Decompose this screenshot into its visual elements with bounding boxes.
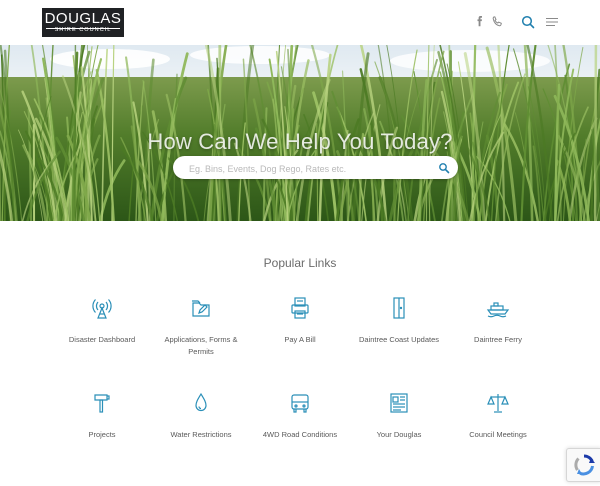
popular-link-label: Applications, Forms & Permits [164,335,238,356]
recaptcha-icon [574,454,595,476]
popular-link-4wd-road-conditions[interactable]: 4WD Road Conditions [255,391,345,441]
popular-link-label: Council Meetings [469,430,527,439]
popular-link-label: Pay A Bill [284,335,316,344]
radio-tower-icon [90,296,114,320]
site-header: DOUGLAS SHIRE COUNCIL [0,0,600,45]
hammer-icon [90,391,114,415]
vehicle-icon [288,391,312,415]
hero-title: How Can We Help You Today? [147,129,453,154]
popular-link-label: 4WD Road Conditions [262,430,338,439]
hero-banner: How Can We Help You Today? [0,45,600,221]
logo-divider [46,28,120,29]
popular-link-label: Projects [88,430,116,439]
popular-link-label: Disaster Dashboard [68,335,136,344]
search-icon[interactable] [520,14,536,30]
forms-icon [189,296,213,320]
popular-link-council-meetings[interactable]: Council Meetings [453,391,543,441]
popular-link-daintree-coast[interactable]: Daintree Coast Updates [354,296,444,346]
popular-link-label: Your Douglas [376,430,422,439]
popular-link-daintree-ferry[interactable]: Daintree Ferry [453,296,543,346]
recaptcha-badge[interactable] [566,448,600,482]
popular-link-projects[interactable]: Projects [57,391,147,441]
facebook-icon[interactable] [472,14,488,30]
ferry-icon [486,296,510,320]
popular-link-disaster-dashboard[interactable]: Disaster Dashboard [57,296,147,346]
popular-link-label: Daintree Coast Updates [358,335,440,344]
popular-link-water-restrictions[interactable]: Water Restrictions [156,391,246,441]
popular-link-label: Daintree Ferry [474,335,522,344]
popular-link-label: Water Restrictions [170,430,232,439]
search-bar [173,156,458,179]
newspaper-icon [387,391,411,415]
water-drop-icon [189,391,213,415]
phone-icon[interactable] [489,14,505,30]
search-input[interactable] [187,160,431,177]
scales-icon [486,391,510,415]
menu-icon[interactable] [544,14,560,30]
bill-icon [288,296,312,320]
popular-link-your-douglas[interactable]: Your Douglas [354,391,444,441]
site-logo[interactable]: DOUGLAS SHIRE COUNCIL [42,8,124,37]
popular-link-applications[interactable]: Applications, Forms & Permits [156,296,246,358]
door-icon [387,296,411,320]
popular-links-title: Popular Links [263,256,337,270]
popular-link-pay-a-bill[interactable]: Pay A Bill [255,296,345,346]
logo-title: DOUGLAS [44,10,122,27]
search-submit-icon[interactable] [438,161,450,174]
